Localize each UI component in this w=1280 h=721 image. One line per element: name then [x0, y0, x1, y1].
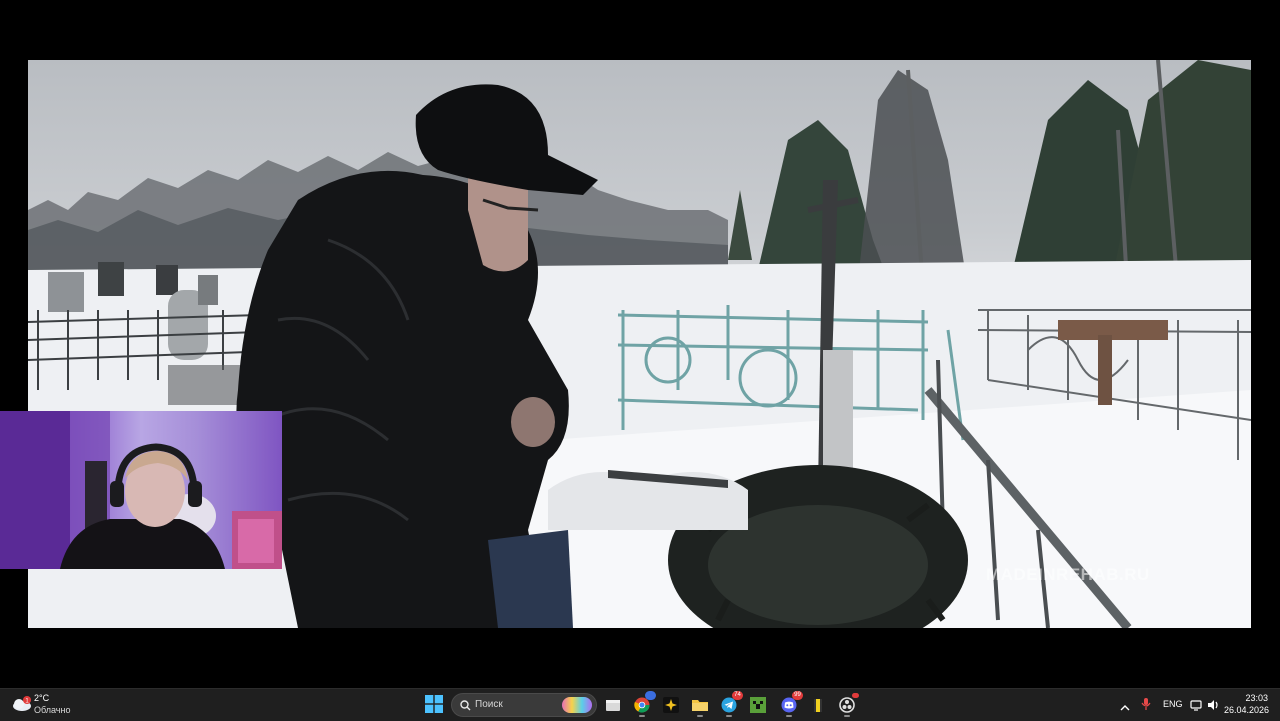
search-highlight-image — [562, 697, 592, 713]
chrome-badge — [645, 691, 656, 700]
volume-icon[interactable] — [1207, 698, 1220, 716]
clock-date[interactable]: 26.04.2026 — [1224, 705, 1269, 715]
taskbar-app-obs[interactable] — [835, 693, 859, 717]
windows-logo-icon — [425, 695, 443, 713]
discord-badge: 99 — [792, 691, 803, 700]
taskbar: 1 2°C Облачно Поиск 74 99 ENG 23:03 26.0… — [0, 688, 1280, 721]
taskbar-app-file-explorer[interactable] — [601, 693, 625, 717]
taskbar-search[interactable]: Поиск — [451, 693, 597, 717]
taskbar-app-minecraft[interactable] — [746, 693, 770, 717]
file-explorer-icon — [606, 700, 620, 711]
microphone-icon[interactable] — [1141, 697, 1151, 716]
weather-description[interactable]: Облачно — [34, 705, 70, 715]
folder-icon — [692, 700, 708, 711]
webcam-overlay — [0, 411, 282, 569]
taskbar-app-battery[interactable] — [806, 693, 830, 717]
start-button[interactable] — [425, 695, 443, 713]
taskbar-app-chrome[interactable] — [630, 691, 656, 717]
taskbar-app-folder[interactable] — [688, 693, 712, 717]
channel-watermark: MADEINREHAB.RU — [986, 565, 1150, 584]
network-icon[interactable] — [1190, 698, 1202, 716]
search-icon — [460, 700, 471, 711]
obs-icon — [839, 697, 855, 713]
obs-recording-dot — [852, 693, 859, 698]
pinned-app-icon — [663, 697, 679, 713]
taskbar-app-discord[interactable]: 99 — [777, 691, 803, 717]
taskbar-app-pinned[interactable] — [659, 693, 683, 717]
cloud-icon[interactable]: 1 — [11, 696, 33, 712]
taskbar-app-telegram[interactable]: 74 — [717, 691, 743, 717]
telegram-badge: 74 — [732, 691, 743, 700]
language-indicator[interactable]: ENG — [1163, 699, 1183, 709]
streamer-webcam — [0, 411, 282, 569]
weather-temperature[interactable]: 2°C — [34, 693, 49, 703]
clock-time[interactable]: 23:03 — [1234, 693, 1268, 703]
battery-app-icon — [814, 699, 822, 712]
minecraft-icon — [750, 697, 766, 713]
search-placeholder: Поиск — [475, 699, 503, 710]
chevron-up-icon[interactable] — [1120, 699, 1130, 717]
